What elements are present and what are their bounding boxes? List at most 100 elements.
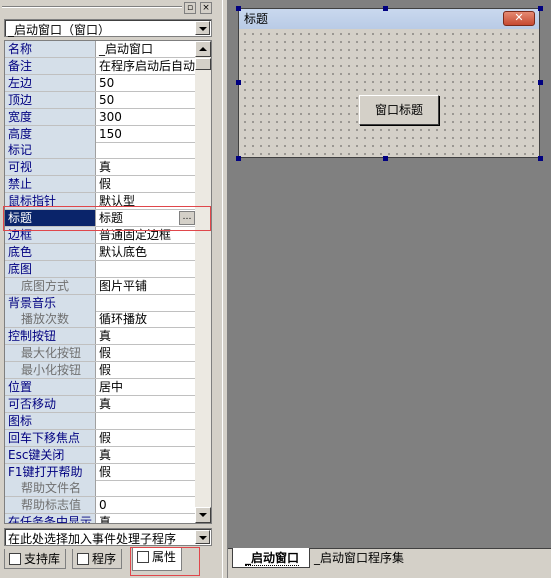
tab-label: 属性 <box>152 550 177 564</box>
panel-header-strip: ▫ × <box>0 0 222 16</box>
event-selector-value: 在此处选择加入事件处理子程序 <box>8 532 177 546</box>
property-row[interactable]: 顶边 50 <box>5 91 197 109</box>
close-icon[interactable]: ✕ <box>503 11 535 26</box>
left-tab-bar: 支持库 程序 属性 <box>0 547 222 578</box>
property-value[interactable] <box>97 142 197 158</box>
property-value[interactable]: 假 <box>97 464 197 480</box>
property-name: 底图 <box>5 260 96 277</box>
property-value[interactable]: 假 <box>97 345 197 361</box>
resize-handle[interactable] <box>236 80 241 85</box>
property-row[interactable]: 在任务条中显示真 <box>5 514 197 523</box>
resize-handle[interactable] <box>236 156 241 161</box>
property-row[interactable]: 回车下移焦点假 <box>5 429 197 447</box>
chevron-down-icon[interactable] <box>195 530 210 544</box>
property-value[interactable] <box>97 413 197 429</box>
property-row[interactable]: 备注 在程序启动后自动 <box>5 57 197 75</box>
resize-handle[interactable] <box>538 80 543 85</box>
property-row[interactable]: 可视真 <box>5 159 197 177</box>
property-name: 标题 <box>5 210 96 226</box>
property-row[interactable]: 标题 标题… <box>5 210 197 227</box>
property-name: 高度 <box>5 125 96 142</box>
scroll-down-icon[interactable] <box>195 507 211 523</box>
property-row[interactable]: 宽度 300 <box>5 108 197 126</box>
property-row[interactable]: 控制按钮真 <box>5 328 197 346</box>
panel-pin-icon[interactable]: ▫ <box>184 2 196 14</box>
tab-properties[interactable]: 属性 <box>132 547 183 571</box>
property-value[interactable]: 0 <box>97 497 197 513</box>
tab-library[interactable]: 支持库 <box>4 549 67 569</box>
property-row[interactable]: 图标 <box>5 412 197 430</box>
property-row[interactable]: 播放次数 循环播放 <box>5 311 197 329</box>
panel-grip[interactable] <box>2 6 182 8</box>
property-name: 图标 <box>5 412 96 429</box>
resize-handle[interactable] <box>538 156 543 161</box>
resize-handle[interactable] <box>236 6 241 11</box>
object-selector[interactable]: _启动窗口（窗口） <box>4 19 212 37</box>
scroll-thumb[interactable] <box>195 58 211 70</box>
property-value[interactable]: 假 <box>97 362 197 378</box>
property-value[interactable]: 居中 <box>97 379 197 395</box>
panel-close-icon[interactable]: × <box>200 2 212 14</box>
property-row[interactable]: 背景音乐 <box>5 294 197 312</box>
property-value[interactable]: 默认型 <box>97 193 197 209</box>
tab-label: 支持库 <box>24 552 61 566</box>
property-row[interactable]: 位置 居中 <box>5 379 197 396</box>
chevron-down-icon[interactable] <box>195 21 210 35</box>
property-value[interactable]: 图片平铺 <box>97 278 197 294</box>
resize-handle[interactable] <box>538 6 543 11</box>
property-value[interactable]: 假 <box>97 430 197 446</box>
library-icon <box>9 553 21 565</box>
resize-handle[interactable] <box>383 156 388 161</box>
ellipsis-button[interactable]: … <box>179 211 195 225</box>
property-value[interactable]: 在程序启动后自动 <box>97 58 197 74</box>
tab-program[interactable]: 程序 <box>72 549 123 569</box>
form-window[interactable]: 标题 ✕ 窗口标题 <box>238 8 540 158</box>
scroll-up-icon[interactable] <box>195 41 211 57</box>
form-client-area[interactable]: 窗口标题 <box>241 30 537 156</box>
property-value[interactable]: 50 <box>97 75 197 91</box>
property-row[interactable]: 帮助标志值 0 <box>5 497 197 515</box>
property-value[interactable]: 真 <box>97 159 197 175</box>
property-scrollbar[interactable] <box>195 41 211 523</box>
property-name: 帮助文件名 <box>5 480 96 497</box>
tab-startup-window-module[interactable]: _启动窗口程序集 <box>302 548 414 568</box>
property-value[interactable]: 循环播放 <box>97 311 197 327</box>
property-value[interactable]: 真 <box>97 328 197 344</box>
property-row[interactable]: Esc键关闭真 <box>5 446 197 464</box>
property-row[interactable]: 高度 150 <box>5 125 197 143</box>
form-titlebar[interactable]: 标题 ✕ <box>239 9 539 29</box>
property-row[interactable]: 最小化按钮假 <box>5 362 197 380</box>
form-button[interactable]: 窗口标题 <box>359 95 439 125</box>
property-row[interactable]: 边框 普通固定边框 <box>5 226 197 244</box>
property-value[interactable]: 默认底色 <box>97 244 197 260</box>
property-value[interactable]: 真 <box>97 396 197 412</box>
property-row[interactable]: 帮助文件名 <box>5 480 197 498</box>
property-value[interactable]: 300 <box>97 109 197 125</box>
property-row[interactable]: F1键打开帮助假 <box>5 463 197 481</box>
resize-handle[interactable] <box>383 6 388 11</box>
property-value[interactable]: 真 <box>97 514 197 523</box>
property-row[interactable]: 底图方式 图片平铺 <box>5 277 197 295</box>
property-value[interactable]: 假 <box>97 176 197 192</box>
property-name: 鼠标指针 <box>5 193 96 210</box>
event-selector[interactable]: 在此处选择加入事件处理子程序 <box>4 528 212 546</box>
property-row[interactable]: 底色 默认底色 <box>5 243 197 261</box>
property-value[interactable] <box>97 261 197 277</box>
tab-startup-window[interactable]: _启动窗口 <box>232 548 311 568</box>
property-row[interactable]: 标记 <box>5 142 197 160</box>
property-row[interactable]: 禁止假 <box>5 176 197 194</box>
property-row[interactable]: 底图 <box>5 260 197 278</box>
property-row[interactable]: 名称 _启动窗口 <box>5 41 197 58</box>
property-value[interactable] <box>97 480 197 496</box>
property-row[interactable]: 可否移动真 <box>5 395 197 413</box>
property-name: 备注 <box>5 57 96 74</box>
property-value[interactable]: 150 <box>97 126 197 142</box>
property-row[interactable]: 鼠标指针 默认型 <box>5 193 197 211</box>
property-value[interactable]: _启动窗口 <box>97 41 197 57</box>
property-row[interactable]: 最大化按钮假 <box>5 345 197 363</box>
property-row[interactable]: 左边 50 <box>5 74 197 92</box>
property-value[interactable]: 真 <box>97 447 197 463</box>
property-value[interactable] <box>97 295 197 311</box>
property-value[interactable]: 50 <box>97 92 197 108</box>
property-value[interactable]: 普通固定边框 <box>97 227 197 243</box>
